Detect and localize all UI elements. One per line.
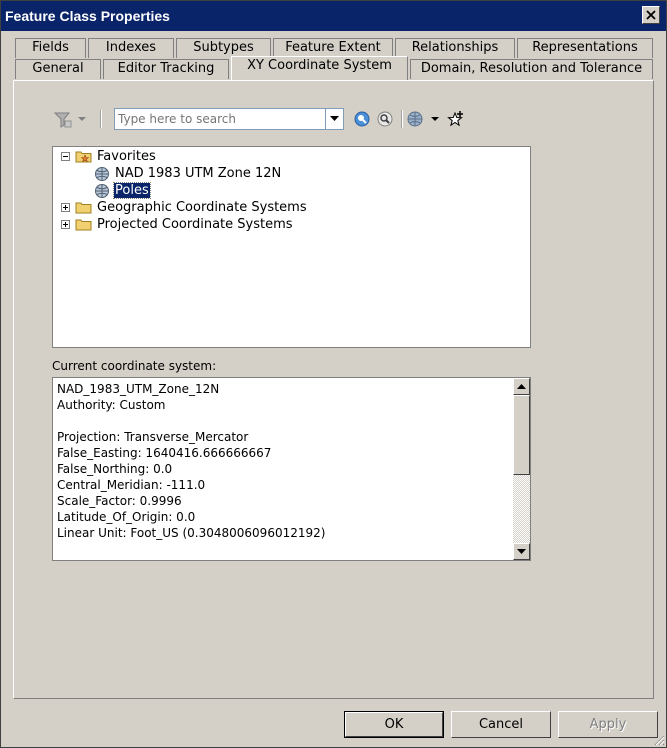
folder-icon	[75, 202, 92, 214]
scroll-thumb[interactable]	[513, 395, 530, 475]
tab-subtypes[interactable]: Subtypes	[176, 38, 271, 58]
toolbar-separator	[100, 110, 102, 128]
globe-icon	[407, 111, 439, 127]
tab-editor-tracking[interactable]: Editor Tracking	[103, 59, 229, 79]
detail-line: Central_Meridian: -111.0	[57, 478, 206, 492]
detail-line: NAD_1983_UTM_Zone_12N	[57, 382, 220, 396]
tab-representations[interactable]: Representations	[517, 38, 653, 58]
detail-line: Authority: Custom	[57, 398, 166, 412]
collapse-toggle-favorites[interactable]	[61, 152, 70, 161]
tree-node-favorites[interactable]: Favorites	[75, 148, 156, 165]
tree-label-geographic: Geographic Coordinate Systems	[97, 200, 307, 215]
resize-grip-icon[interactable]	[653, 734, 665, 746]
tab-general[interactable]: General	[15, 59, 101, 79]
expand-toggle-projected[interactable]	[61, 220, 70, 229]
tree-node-projected[interactable]: Projected Coordinate Systems	[75, 216, 293, 233]
search-go-button[interactable]	[352, 109, 372, 129]
tree-label-projected: Projected Coordinate Systems	[97, 217, 293, 232]
details-text: NAD_1983_UTM_Zone_12N Authority: Custom …	[57, 381, 325, 541]
coordinate-system-tree[interactable]: Favorites NAD 1983 UTM Zone 12N Poles Ge…	[52, 146, 531, 348]
close-button[interactable]	[642, 6, 660, 24]
arrow-down-icon	[517, 549, 526, 554]
search-go-icon	[354, 111, 370, 127]
filter-dropdown[interactable]	[52, 108, 92, 130]
ok-button[interactable]: OK	[344, 711, 444, 738]
add-favorite-icon	[447, 111, 463, 127]
tab-domain-resolution-tolerance[interactable]: Domain, Resolution and Tolerance	[410, 59, 653, 79]
clear-search-icon	[377, 111, 393, 127]
tree-label-nad-1983: NAD 1983 UTM Zone 12N	[115, 166, 282, 181]
scroll-up-button[interactable]	[513, 378, 530, 395]
expand-toggle-geographic[interactable]	[61, 203, 70, 212]
detail-line: Projection: Transverse_Mercator	[57, 430, 249, 444]
clear-search-button[interactable]	[375, 109, 395, 129]
tab-fields[interactable]: Fields	[15, 38, 86, 58]
tree-label-favorites: Favorites	[97, 149, 156, 164]
tab-indexes[interactable]: Indexes	[88, 38, 174, 58]
tree-node-nad-1983-utm-zone-12n[interactable]: NAD 1983 UTM Zone 12N	[94, 165, 281, 182]
globe-icon	[95, 166, 109, 181]
tree-node-geographic[interactable]: Geographic Coordinate Systems	[75, 199, 307, 216]
tab-relationships[interactable]: Relationships	[395, 38, 515, 58]
close-icon	[646, 10, 656, 20]
search-dropdown-button[interactable]	[325, 109, 343, 129]
detail-line: False_Easting: 1640416.666666667	[57, 446, 272, 460]
folder-icon	[75, 219, 92, 231]
add-favorite-button[interactable]	[446, 109, 466, 129]
arrow-up-icon	[517, 384, 526, 389]
scroll-track[interactable]	[513, 475, 530, 543]
globe-icon	[95, 183, 109, 198]
favorites-folder-icon	[75, 151, 92, 163]
coordinate-system-details[interactable]: NAD_1983_UTM_Zone_12N Authority: Custom …	[52, 377, 531, 561]
apply-button[interactable]: Apply	[558, 711, 658, 738]
title-bar: Feature Class Properties	[1, 1, 666, 31]
window-title: Feature Class Properties	[5, 8, 170, 24]
tab-feature-extent[interactable]: Feature Extent	[273, 38, 393, 58]
search-input[interactable]	[118, 111, 322, 127]
detail-line: Scale_Factor: 0.9996	[57, 494, 182, 508]
cancel-button[interactable]: Cancel	[451, 711, 551, 738]
filter-icon	[53, 112, 86, 128]
detail-line	[57, 413, 325, 429]
detail-line: Linear Unit: Foot_US (0.3048006096012192…	[57, 526, 326, 540]
detail-line: Latitude_Of_Origin: 0.0	[57, 510, 196, 524]
tree-label-poles-selected: Poles	[113, 182, 151, 199]
tree-node-poles[interactable]: Poles	[94, 182, 151, 199]
tab-xy-coordinate-system[interactable]: XY Coordinate System	[231, 56, 408, 80]
detail-line: False_Northing: 0.0	[57, 462, 173, 476]
details-scrollbar[interactable]	[513, 378, 530, 560]
globe-dropdown-button[interactable]	[406, 109, 442, 129]
toolbar-separator	[401, 110, 403, 128]
search-box[interactable]	[114, 108, 344, 130]
current-coordinate-system-label: Current coordinate system:	[52, 359, 217, 373]
scroll-down-button[interactable]	[513, 543, 530, 560]
chevron-down-icon	[330, 116, 339, 121]
